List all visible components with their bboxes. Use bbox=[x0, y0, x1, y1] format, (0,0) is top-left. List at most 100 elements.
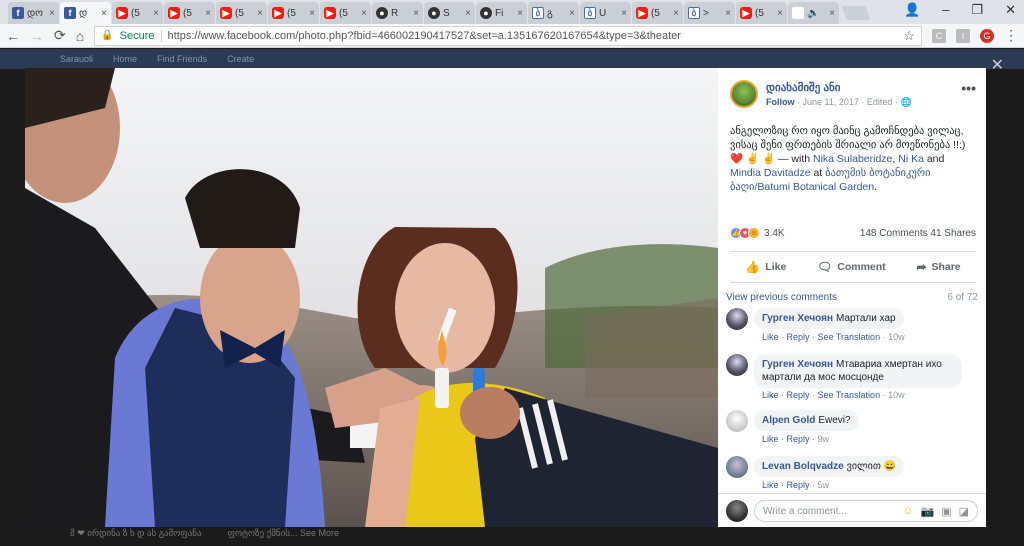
commenter-name[interactable]: Levan Bolqvadze bbox=[762, 461, 844, 472]
close-tab-icon[interactable]: × bbox=[101, 8, 107, 19]
extension-g-icon[interactable]: G bbox=[980, 28, 994, 43]
close-tab-icon[interactable]: × bbox=[621, 8, 627, 19]
browser-tab[interactable]: ▶ (5 × bbox=[632, 2, 683, 24]
browser-tab[interactable]: ● R × bbox=[372, 2, 423, 24]
smiley-icon[interactable]: ☺ bbox=[902, 505, 913, 518]
close-tab-icon[interactable]: × bbox=[465, 8, 471, 19]
browser-tab[interactable]: 🔈 × bbox=[788, 2, 839, 24]
close-tab-icon[interactable]: × bbox=[153, 8, 159, 19]
like-button[interactable]: 👍 Like bbox=[745, 260, 786, 274]
tab-title: დ bbox=[79, 7, 88, 19]
commenter-name[interactable]: Гурген Хечоян bbox=[762, 359, 833, 370]
profile-icon[interactable]: 👤 bbox=[904, 2, 920, 18]
address-bar[interactable]: 🔒 Secure https://www.facebook.com/photo.… bbox=[94, 25, 922, 46]
comment-text: Ewevi? bbox=[818, 415, 851, 426]
tag-link[interactable]: Ni Ka bbox=[898, 153, 924, 165]
close-window-button[interactable]: ✕ bbox=[1005, 2, 1016, 18]
post-date[interactable]: June 11, 2017 bbox=[803, 97, 859, 107]
comment-bubble: Гурген Хечоян Мартали хар bbox=[754, 308, 904, 329]
url-text[interactable]: https://www.facebook.com/photo.php?fbid=… bbox=[168, 30, 681, 42]
close-tab-icon[interactable]: × bbox=[725, 8, 731, 19]
close-tab-icon[interactable]: × bbox=[569, 8, 575, 19]
browser-tab[interactable]: ▶ (5 × bbox=[736, 2, 787, 24]
browser-tab[interactable]: ▶ (5 × bbox=[268, 2, 319, 24]
comment-like-link[interactable]: Like bbox=[762, 332, 779, 342]
commenter-name[interactable]: Alpen Gold bbox=[762, 415, 815, 426]
close-tab-icon[interactable]: × bbox=[49, 8, 55, 19]
author-avatar[interactable] bbox=[730, 80, 758, 108]
bookmark-star-icon[interactable]: ☆ bbox=[903, 28, 915, 44]
close-tab-icon[interactable]: × bbox=[257, 8, 263, 19]
comment-reply-link[interactable]: Reply bbox=[787, 390, 810, 400]
view-previous-comments-link[interactable]: View previous comments bbox=[726, 292, 837, 303]
share-button[interactable]: ➦ Share bbox=[916, 260, 960, 274]
comment-time[interactable]: 10w bbox=[888, 390, 905, 400]
browser-tab[interactable]: ბ გ × bbox=[528, 2, 579, 24]
browser-tab[interactable]: ბ > × bbox=[684, 2, 735, 24]
home-button[interactable]: ⌂ bbox=[76, 28, 84, 44]
follow-link[interactable]: Follow bbox=[766, 97, 795, 107]
extension-i-icon[interactable]: I bbox=[956, 28, 970, 43]
sticker-icon[interactable]: ◪ bbox=[959, 505, 969, 518]
browser-tab[interactable]: ბ U × bbox=[580, 2, 631, 24]
new-tab-button[interactable] bbox=[841, 6, 871, 20]
comment-like-link[interactable]: Like bbox=[762, 434, 779, 444]
comment-reply-link[interactable]: Reply bbox=[787, 480, 810, 490]
see-translation-link[interactable]: See Translation bbox=[818, 390, 881, 400]
close-tab-icon[interactable]: × bbox=[777, 8, 783, 19]
close-viewer-icon[interactable]: ✕ bbox=[991, 55, 1004, 75]
commenter-avatar[interactable] bbox=[726, 410, 748, 432]
comment-time[interactable]: 9w bbox=[818, 434, 830, 444]
comment-like-link[interactable]: Like bbox=[762, 480, 779, 490]
author-name[interactable]: დიახამიშე ანი bbox=[766, 81, 840, 94]
see-translation-link[interactable]: See Translation bbox=[818, 332, 881, 342]
globe-icon[interactable]: 🌐 bbox=[900, 97, 911, 107]
comment-input[interactable]: Write a comment... ☺ 📷 ▣ ◪ bbox=[754, 500, 978, 522]
browser-tab[interactable]: f დო × bbox=[8, 2, 59, 24]
youtube-icon: ▶ bbox=[116, 7, 128, 19]
browser-tab[interactable]: ● Fi × bbox=[476, 2, 527, 24]
shares-count[interactable]: 41 Shares bbox=[930, 228, 976, 239]
comment-like-link[interactable]: Like bbox=[762, 390, 779, 400]
close-tab-icon[interactable]: × bbox=[413, 8, 419, 19]
commenter-avatar[interactable] bbox=[726, 354, 748, 376]
commenter-avatar[interactable] bbox=[726, 456, 748, 478]
forward-button[interactable]: → bbox=[30, 28, 44, 44]
browser-tab[interactable]: ▶ (5 × bbox=[216, 2, 267, 24]
minimize-button[interactable]: – bbox=[942, 2, 949, 18]
comment-reply-link[interactable]: Reply bbox=[787, 434, 810, 444]
post-actions: 👍 Like 🗨 Comment ➦ Share bbox=[730, 256, 976, 278]
restore-button[interactable]: ❐ bbox=[971, 2, 983, 18]
edited-label[interactable]: Edited bbox=[867, 97, 893, 107]
tag-link[interactable]: Mindia Davitadze bbox=[730, 167, 811, 179]
commenter-name[interactable]: Гурген Хечоян bbox=[762, 313, 833, 324]
browser-tab[interactable]: ▶ (5 × bbox=[320, 2, 371, 24]
comments-count[interactable]: 148 Comments bbox=[860, 228, 928, 239]
browser-tab[interactable]: ▶ (5 × bbox=[112, 2, 163, 24]
close-tab-icon[interactable]: × bbox=[517, 8, 523, 19]
comment-reply-link[interactable]: Reply bbox=[787, 332, 810, 342]
browser-tab[interactable]: ● S × bbox=[424, 2, 475, 24]
commenter-avatar[interactable] bbox=[726, 308, 748, 330]
back-button[interactable]: ← bbox=[6, 28, 20, 44]
reload-button[interactable]: ⟳ bbox=[54, 27, 66, 44]
post-options-icon[interactable]: ••• bbox=[961, 80, 976, 96]
browser-tab[interactable]: f დ × bbox=[60, 2, 111, 24]
close-tab-icon[interactable]: × bbox=[309, 8, 315, 19]
haha-reaction-icon[interactable]: ☺ bbox=[748, 227, 760, 239]
reactions-count[interactable]: 3.4K bbox=[764, 228, 785, 239]
browser-menu-icon[interactable]: ⋮ bbox=[1004, 27, 1018, 44]
comment-time[interactable]: 5w bbox=[818, 480, 830, 490]
close-tab-icon[interactable]: × bbox=[205, 8, 211, 19]
close-tab-icon[interactable]: × bbox=[361, 8, 367, 19]
comment-button[interactable]: 🗨 Comment bbox=[817, 260, 886, 274]
close-tab-icon[interactable]: × bbox=[673, 8, 679, 19]
close-tab-icon[interactable]: × bbox=[829, 8, 835, 19]
camera-icon[interactable]: 📷 bbox=[920, 505, 934, 518]
post-photo[interactable] bbox=[25, 68, 718, 527]
gif-icon[interactable]: ▣ bbox=[941, 505, 951, 518]
browser-tab[interactable]: ▶ (5 × bbox=[164, 2, 215, 24]
comment-time[interactable]: 10w bbox=[888, 332, 905, 342]
tag-link[interactable]: Nika Sulaberidze bbox=[813, 153, 892, 165]
extension-c-icon[interactable]: C bbox=[932, 28, 946, 43]
